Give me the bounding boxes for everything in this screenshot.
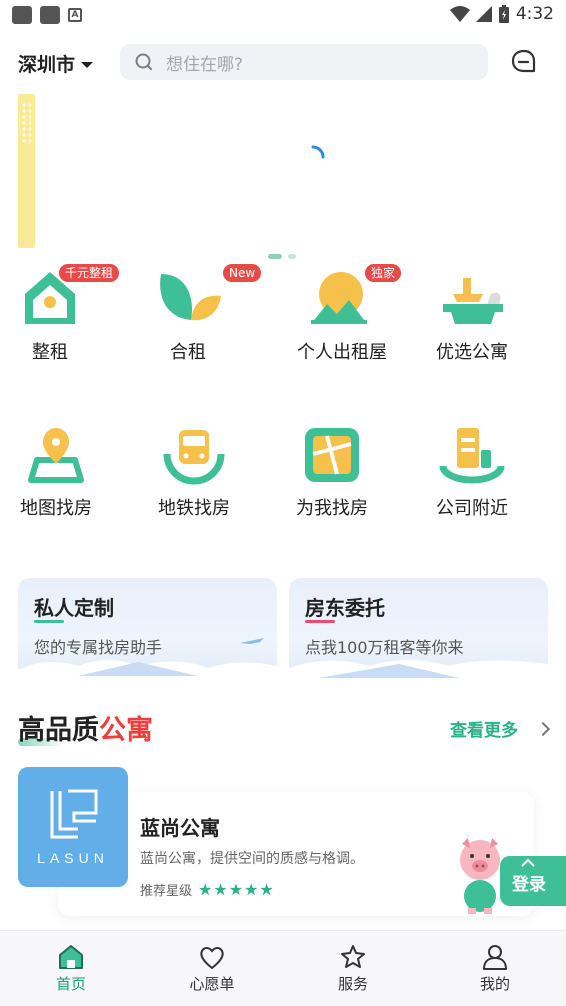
tab-label: 首页 [55,975,86,993]
cloud-decoration [18,660,277,684]
carousel-dot [268,254,282,259]
plane-icon [240,638,264,644]
apartment-description: 蓝尚公寓，提供空间的质感与格调。 [140,851,364,867]
bottom-tab-bar: 首页 心愿单 服务 我的 [0,930,566,1006]
category-label: 优选公寓 [436,342,508,363]
section-header: 高品质公寓 查看更多 [18,708,551,748]
chevron-right-icon [535,721,551,736]
view-more-label: 查看更多 [450,721,518,741]
loading-spinner-icon [311,145,325,159]
arrow-up-icon [521,858,535,867]
category-personal-rent[interactable]: 独家 个人出租屋 [282,264,402,364]
category-shared-rent[interactable]: New 合租 [128,264,262,364]
category-label: 公司附近 [436,498,508,519]
category-label: 整租 [32,342,68,363]
section-title: 高品质公寓 [18,708,153,747]
clock: 4:32 [515,4,554,24]
tab-wishlist[interactable]: 心愿单 [167,943,257,994]
category-near-company[interactable]: 公司附近 [412,424,532,520]
bowl-icon [437,268,507,330]
apartment-name: 蓝尚公寓 [140,816,220,840]
star-rating-icons: ★★★★★ [198,880,275,899]
apartment-rating: 推荐星级 ★★★★★ [140,880,275,899]
section-title-part: 高品质 [18,715,99,746]
carousel-indicator [268,254,296,259]
title-underline [34,620,64,623]
view-more-link[interactable]: 查看更多 [450,716,551,741]
apartment-logo: LASUN [18,767,128,887]
battery-icon [498,5,509,23]
login-label: 登录 [512,875,546,895]
cloud-decoration [289,660,548,684]
category-label: 地图找房 [20,498,92,519]
tab-profile[interactable]: 我的 [450,943,540,994]
card-title: 私人定制 [34,596,114,620]
floating-login[interactable]: 登录 [452,836,566,916]
category-label: 个人出租屋 [297,342,387,363]
category-metro-search[interactable]: 地铁找房 [134,424,254,520]
category-whole-rent[interactable]: 千元整租 整租 [0,264,120,364]
top-header: 深圳市 想住在哪? [0,40,566,84]
city-selector[interactable]: 深圳市 [18,50,94,77]
search-bar[interactable]: 想住在哪? [120,44,488,80]
custom-service-card[interactable]: 私人定制 您的专属找房助手 [18,578,277,684]
carousel-dot [288,254,296,259]
tab-services[interactable]: 服务 [308,943,398,994]
category-find-for-me[interactable]: 为我找房 [272,424,392,520]
section-title-highlight: 公寓 [99,715,153,746]
wifi-icon [449,6,470,22]
tab-label: 我的 [479,975,510,993]
tab-label: 心愿单 [189,975,235,993]
category-map-search[interactable]: 地图找房 [0,424,116,520]
notification-icons: A [12,6,82,24]
font-notification-icon: A [68,8,82,22]
signal-icon [475,6,492,22]
leaves-icon: New [153,264,262,330]
banner-carousel[interactable] [0,94,566,259]
star-icon [341,945,365,968]
status-bar: A 4:32 [0,0,566,30]
map-icon [297,424,367,486]
search-icon [135,53,152,70]
card-title: 房东委托 [305,596,385,620]
logo-text: LASUN [37,850,109,866]
heart-icon [200,947,224,970]
landlord-entrust-card[interactable]: 房东委托 点我100万租客等你来 [289,578,548,684]
category-label: 地铁找房 [158,498,230,519]
category-label: 合租 [170,342,206,363]
building-icon [437,424,507,486]
user-icon [483,945,507,970]
badge: 千元整租 [59,264,120,282]
promo-cards: 私人定制 您的专属找房助手 房东委托 点我100万租客等你来 [18,578,548,686]
home-icon [59,945,83,969]
banner-image [18,94,35,248]
tab-label: 服务 [337,975,368,993]
city-label: 深圳市 [18,54,76,76]
app-notification-icon [40,6,60,24]
system-indicators: 4:32 [449,4,554,24]
house-icon: 千元整租 [15,264,120,330]
badge: New [223,264,262,282]
app-notification-icon [12,6,32,24]
caret-down-icon [81,61,94,68]
category-label: 为我找房 [296,498,368,519]
sun-mountain-icon: 独家 [307,264,402,330]
tab-home[interactable]: 首页 [26,943,116,994]
pig-mascot-icon [460,838,500,914]
badge: 独家 [365,264,402,282]
category-premium-apartment[interactable]: 优选公寓 [412,268,532,364]
search-placeholder: 想住在哪? [166,54,244,75]
rating-label: 推荐星级 [140,884,193,899]
map-pin-icon [21,424,91,486]
message-icon[interactable] [510,48,538,76]
metro-icon [159,424,229,486]
title-underline [305,620,335,623]
